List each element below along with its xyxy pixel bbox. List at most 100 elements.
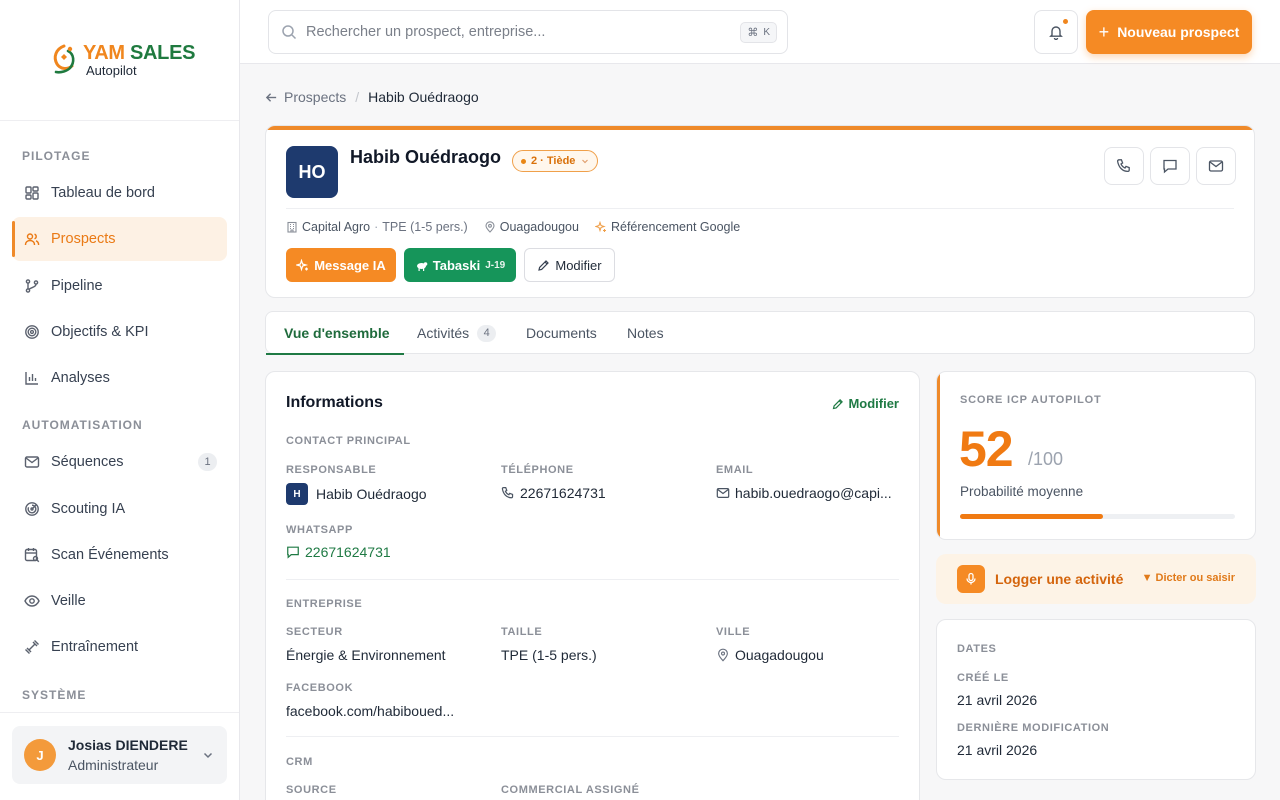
sidebar-item-label: Analyses bbox=[51, 370, 110, 386]
sidebar-item-entrainement[interactable]: Entraînement bbox=[12, 625, 227, 669]
dumbbell-icon bbox=[25, 640, 39, 654]
divider bbox=[286, 736, 899, 737]
score-probability: Probabilité moyenne bbox=[960, 484, 1084, 499]
user-menu[interactable]: J Josias DIENDERE Administrateur bbox=[12, 726, 227, 784]
field-email[interactable]: habib.ouedraogo@capi... bbox=[716, 485, 892, 501]
tabaski-campaign-button[interactable]: Tabaski J-19 bbox=[404, 248, 516, 282]
bell-icon bbox=[1049, 26, 1063, 40]
log-activity-bar[interactable]: Logger une activité ▼ Dicter ou saisir bbox=[936, 554, 1256, 604]
search-box[interactable]: ⌘ K bbox=[268, 10, 788, 54]
sidebar-item-objectifs-kpi[interactable]: Objectifs & KPI bbox=[12, 310, 227, 354]
email-address: habib.ouedraogo@capi... bbox=[735, 485, 892, 501]
sidebar-item-scan-evenements[interactable]: Scan Événements bbox=[12, 533, 227, 577]
pencil-icon bbox=[833, 398, 844, 409]
dictate-button[interactable] bbox=[957, 565, 985, 593]
search-icon bbox=[282, 25, 297, 40]
call-button[interactable] bbox=[1104, 147, 1144, 185]
map-pin-icon bbox=[718, 648, 728, 662]
email-button[interactable] bbox=[1196, 147, 1236, 185]
field-whatsapp[interactable]: 22671624731 bbox=[286, 544, 391, 560]
tabaski-countdown: J-19 bbox=[485, 259, 506, 271]
bar-chart-icon bbox=[25, 372, 38, 385]
sequences-count-badge: 1 bbox=[198, 453, 217, 471]
chevron-down-icon bbox=[203, 752, 213, 759]
divider bbox=[286, 208, 1234, 209]
field-responsable: H Habib Ouédraogo bbox=[286, 483, 427, 505]
user-role: Administrateur bbox=[68, 757, 159, 773]
icp-score-card: SCORE ICP AUTOPILOT 52 /100 Probabilité … bbox=[936, 371, 1256, 540]
sidebar-item-label: Prospects bbox=[51, 231, 116, 247]
sidebar-item-sequences[interactable]: Séquences 1 bbox=[12, 440, 227, 484]
prospect-header-card: HO Habib Ouédraogo 2 · Tiède Capital Agr… bbox=[265, 125, 1255, 298]
notifications-button[interactable] bbox=[1034, 10, 1078, 54]
informations-title: Informations bbox=[286, 394, 383, 411]
score-progress-bar bbox=[960, 514, 1235, 519]
logo-icon bbox=[53, 44, 75, 74]
divider bbox=[286, 579, 899, 580]
message-button[interactable] bbox=[1150, 147, 1190, 185]
brand-name-yam: YAM bbox=[83, 42, 125, 64]
tab-activites[interactable]: Activités 4 bbox=[417, 312, 497, 354]
edit-informations-button[interactable]: Modifier bbox=[832, 396, 899, 411]
divider bbox=[0, 120, 239, 121]
tab-vue-ensemble[interactable]: Vue d'ensemble bbox=[266, 312, 403, 355]
search-input[interactable] bbox=[306, 24, 726, 40]
grid-icon bbox=[25, 186, 39, 200]
whatsapp-number: 22671624731 bbox=[305, 544, 391, 560]
sparkles-icon bbox=[594, 221, 606, 233]
field-facebook[interactable]: facebook.com/habiboued... bbox=[286, 703, 454, 719]
sidebar-item-pipeline[interactable]: Pipeline bbox=[12, 264, 227, 308]
sidebar-item-label: Veille bbox=[51, 593, 86, 609]
mail-icon bbox=[716, 488, 730, 498]
sidebar-item-prospects[interactable]: Prospects bbox=[12, 217, 227, 261]
temperature-badge[interactable]: 2 · Tiède bbox=[512, 150, 599, 172]
breadcrumb-prospects-link[interactable]: Prospects bbox=[284, 89, 346, 105]
sidebar-item-scouting-ia[interactable]: Scouting IA bbox=[12, 487, 227, 531]
log-activity-label[interactable]: Logger une activité bbox=[995, 571, 1123, 587]
sidebar-item-label: Objectifs & KPI bbox=[51, 324, 149, 340]
section-label-automatisation: AUTOMATISATION bbox=[22, 418, 143, 432]
plus-icon: + bbox=[1098, 21, 1110, 42]
sidebar-item-analyses[interactable]: Analyses bbox=[12, 356, 227, 400]
new-prospect-label: Nouveau prospect bbox=[1117, 24, 1240, 40]
tabaski-label: Tabaski bbox=[432, 257, 481, 273]
breadcrumb: Prospects / Habib Ouédraogo bbox=[265, 89, 479, 105]
sidebar-item-tableau-de-bord[interactable]: Tableau de bord bbox=[12, 171, 227, 215]
phone-number: 22671624731 bbox=[520, 485, 606, 501]
mail-icon bbox=[24, 456, 40, 468]
field-label-taille: TAILLE bbox=[501, 626, 543, 638]
city-name: Ouagadougou bbox=[735, 647, 824, 663]
tab-documents[interactable]: Documents bbox=[526, 312, 597, 354]
section-label-pilotage: PILOTAGE bbox=[22, 149, 91, 163]
field-telephone[interactable]: 22671624731 bbox=[501, 485, 606, 501]
field-label-ville: VILLE bbox=[716, 626, 751, 638]
field-label-email: EMAIL bbox=[716, 464, 754, 476]
field-ville: Ouagadougou bbox=[716, 647, 824, 663]
edit-prospect-button[interactable]: Modifier bbox=[524, 248, 615, 282]
temperature-label: 2 · Tiède bbox=[531, 155, 576, 167]
activities-count-badge: 4 bbox=[477, 324, 497, 342]
sidebar-item-label: Tableau de bord bbox=[51, 185, 155, 201]
new-prospect-button[interactable]: + Nouveau prospect bbox=[1086, 10, 1252, 54]
arrow-left-icon[interactable] bbox=[265, 91, 278, 104]
prospect-source: Référencement Google bbox=[610, 220, 741, 234]
field-taille: TPE (1-5 pers.) bbox=[501, 647, 597, 663]
score-max: /100 bbox=[1028, 449, 1064, 469]
brand-logo[interactable]: YAM SALES Autopilot bbox=[48, 40, 195, 80]
sidebar-item-veille[interactable]: Veille bbox=[12, 579, 227, 623]
prospect-meta: Capital Agro · TPE (1-5 pers.) Ouagadoug… bbox=[286, 220, 756, 234]
radar-icon bbox=[25, 502, 39, 516]
created-date: 21 avril 2026 bbox=[957, 692, 1038, 708]
tab-notes[interactable]: Notes bbox=[627, 312, 664, 354]
ai-message-button[interactable]: Message IA bbox=[286, 248, 396, 282]
brand-subtitle: Autopilot bbox=[86, 63, 137, 78]
mail-icon bbox=[1208, 160, 1224, 172]
log-activity-hint[interactable]: ▼ Dicter ou saisir bbox=[1142, 572, 1235, 584]
notification-dot bbox=[1063, 19, 1068, 24]
chevron-down-icon bbox=[582, 159, 589, 164]
informations-card: Informations Modifier CONTACT PRINCIPAL … bbox=[265, 371, 920, 800]
sidebar-item-label: Entraînement bbox=[51, 639, 139, 655]
tab-label: Notes bbox=[627, 325, 664, 341]
meta-separator: · bbox=[374, 220, 379, 234]
created-label: CRÉÉ LE bbox=[957, 672, 1009, 684]
